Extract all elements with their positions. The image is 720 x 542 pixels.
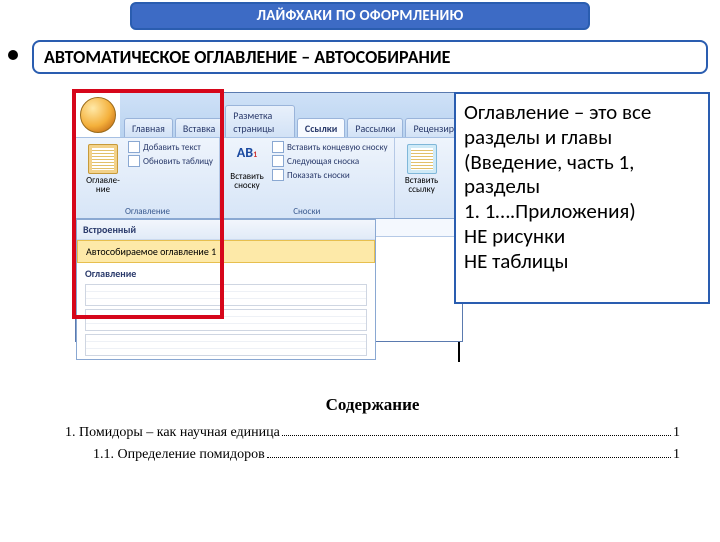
toc-leader-dots [267, 457, 671, 458]
ribbon-group-citations: Вставить ссылку [395, 138, 449, 218]
insert-endnote[interactable]: Вставить концевую сноску [272, 141, 388, 153]
tab-insert[interactable]: Вставка [175, 118, 223, 137]
overlay-line: НЕ рисунки [464, 224, 700, 249]
tab-home[interactable]: Главная [124, 118, 173, 137]
contents-heading: Содержание [65, 395, 680, 415]
toc-row: 1.1. Определение помидоров 1 [65, 447, 680, 463]
add-text-icon [128, 141, 140, 153]
toc-button-label: Оглавле- ние [82, 176, 124, 194]
ribbon: Оглавле- ние Добавить текст Обновить таб… [76, 137, 462, 219]
toc-update-label: Обновить таблицу [143, 156, 213, 167]
insert-citation-label: Вставить ссылку [401, 176, 443, 194]
gallery-item-auto1[interactable]: Автособираемое оглавление 1 [77, 240, 375, 263]
ribbon-group-toc: Оглавле- ние Добавить текст Обновить таб… [76, 138, 220, 218]
document-contents: Содержание 1. Помидоры – как научная еди… [0, 395, 720, 463]
gallery-header: Встроенный [77, 220, 375, 240]
toc-page: 1 [673, 447, 680, 463]
next-footnote[interactable]: Следующая сноска [272, 155, 388, 167]
footnote-ab1-icon: AB1 [234, 144, 260, 170]
ribbon-tabs: Главная Вставка Разметка страницы Ссылки… [120, 93, 462, 137]
footnote-subitems: Вставить концевую сноску Следующая сноск… [272, 141, 388, 190]
explanation-overlay: Оглавление – это все разделы и главы (Вв… [454, 92, 710, 304]
toc-page: 1 [673, 425, 680, 441]
tab-layout[interactable]: Разметка страницы [225, 105, 295, 137]
toc-group-caption: Оглавление [82, 204, 213, 217]
toc-add-text-label: Добавить текст [143, 142, 201, 153]
show-footnotes[interactable]: Показать сноски [272, 169, 388, 181]
overlay-line: Оглавление – это все [464, 100, 700, 125]
toc-row: 1. Помидоры – как научная единица 1 [65, 425, 680, 441]
word-window: Главная Вставка Разметка страницы Ссылки… [75, 92, 463, 342]
tab-mailings[interactable]: Рассылки [347, 118, 403, 137]
toc-text: 1.1. Определение помидоров [93, 447, 265, 463]
office-orb-icon[interactable] [80, 97, 116, 133]
main-area: Главная Вставка Разметка страницы Ссылки… [0, 92, 720, 347]
overlay-line: разделы [464, 174, 700, 199]
text-cursor-icon [458, 342, 460, 362]
gallery-preview-2 [85, 309, 367, 331]
toc-leader-dots [282, 435, 671, 436]
subhead-box: АВТОМАТИЧЕСКОЕ ОГЛАВЛЕНИЕ – АВТОСОБИРАНИ… [32, 40, 708, 74]
toc-gallery[interactable]: Встроенный Автособираемое оглавление 1 О… [76, 219, 376, 360]
show-footnotes-icon [272, 169, 284, 181]
tab-references[interactable]: Ссылки [297, 118, 345, 137]
toc-add-text[interactable]: Добавить текст [128, 141, 213, 153]
toc-subitems: Добавить текст Обновить таблицу [128, 141, 213, 194]
footnote-group-caption: Сноски [226, 204, 388, 217]
insert-footnote-label: Вставить сноску [226, 172, 268, 190]
update-icon [128, 155, 140, 167]
toc-button[interactable]: Оглавле- ние [82, 141, 124, 194]
overlay-line: НЕ таблицы [464, 249, 700, 274]
toc-icon [88, 144, 118, 174]
citation-icon [407, 144, 437, 174]
show-footnotes-label: Показать сноски [287, 170, 350, 181]
overlay-line: 1. 1….Приложения) [464, 199, 700, 224]
next-footnote-icon [272, 155, 284, 167]
overlay-line: разделы и главы [464, 125, 700, 150]
toc-update[interactable]: Обновить таблицу [128, 155, 213, 167]
gallery-preview-3 [85, 334, 367, 356]
endnote-icon [272, 141, 284, 153]
ribbon-group-footnotes: AB1 Вставить сноску Вставить концевую сн… [220, 138, 395, 218]
overlay-line: (Введение, часть 1, [464, 150, 700, 175]
insert-endnote-label: Вставить концевую сноску [287, 142, 388, 153]
gallery-preview [85, 284, 367, 306]
slide-banner: ЛАЙФХАКИ ПО ОФОРМЛЕНИЮ [130, 2, 590, 30]
next-footnote-label: Следующая сноска [287, 156, 359, 167]
insert-footnote-button[interactable]: AB1 Вставить сноску [226, 141, 268, 190]
insert-citation-button[interactable]: Вставить ссылку [401, 141, 443, 194]
toc-text: 1. Помидоры – как научная единица [65, 425, 280, 441]
word-titlebar: Главная Вставка Разметка страницы Ссылки… [76, 93, 462, 137]
bullet-icon [8, 50, 18, 60]
gallery-preview-title: Оглавление [85, 267, 367, 280]
subhead-row: АВТОМАТИЧЕСКОЕ ОГЛАВЛЕНИЕ – АВТОСОБИРАНИ… [0, 40, 720, 74]
